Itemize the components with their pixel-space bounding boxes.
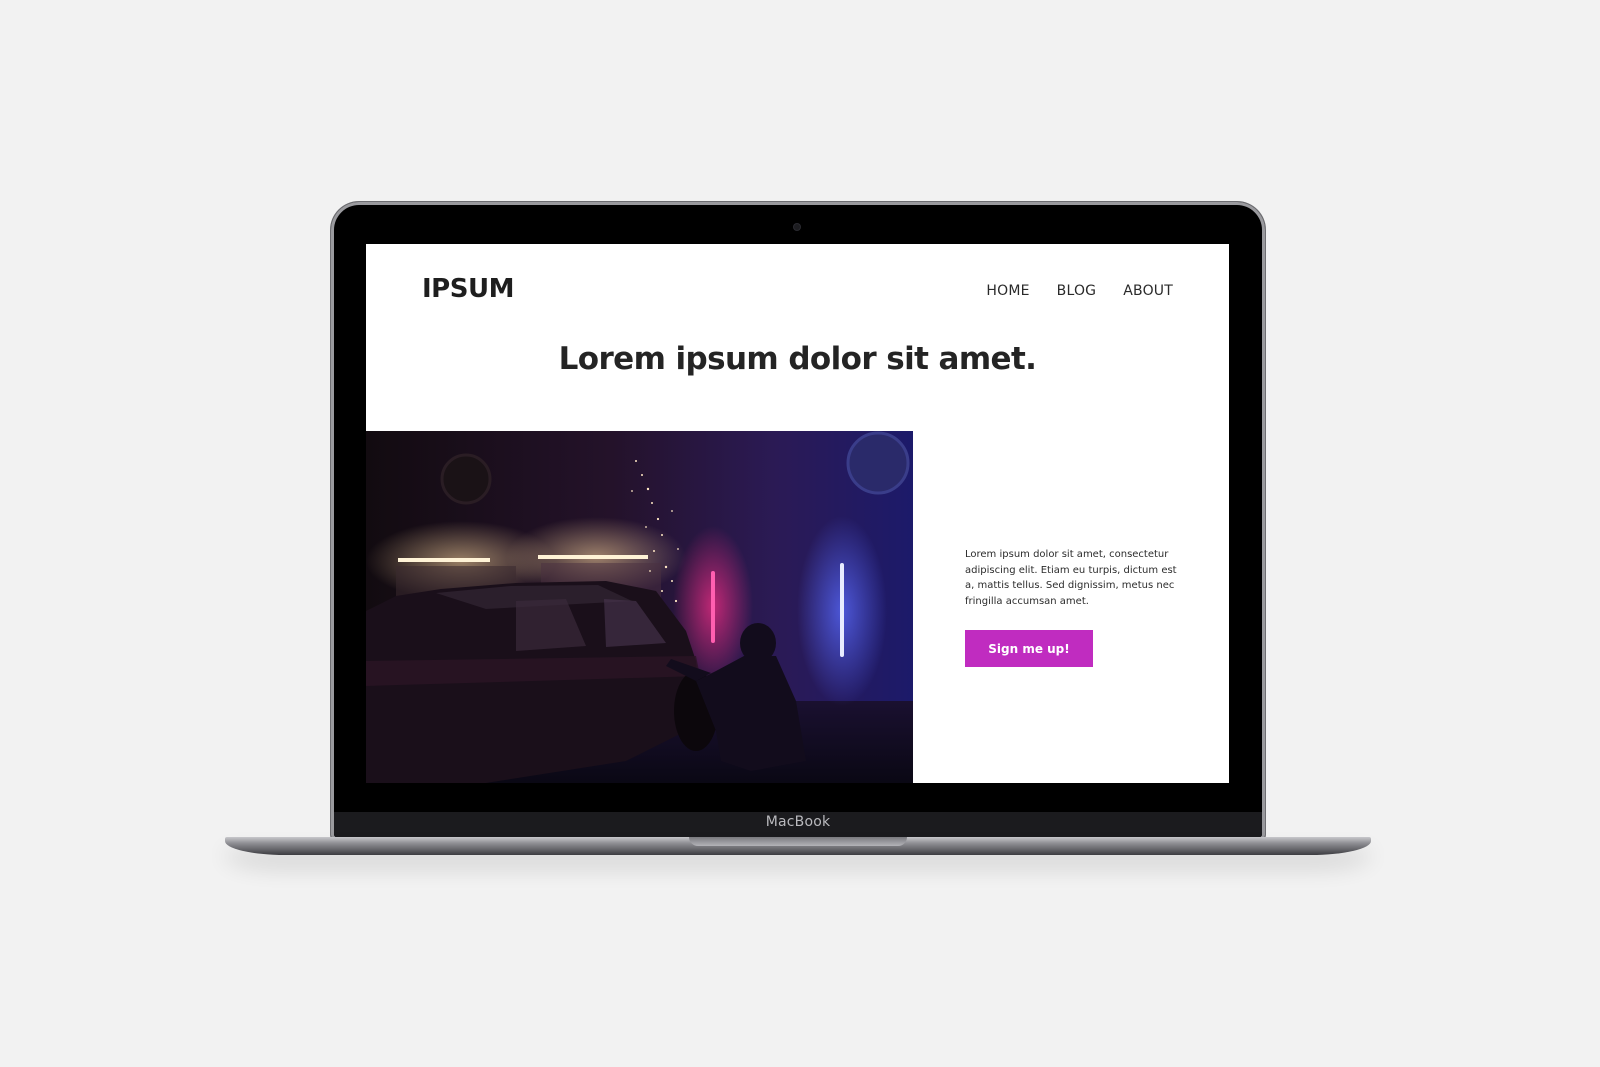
nav-about-link[interactable]: ABOUT: [1123, 283, 1173, 299]
nav-blog-link[interactable]: BLOG: [1057, 283, 1097, 299]
garage-photo: [366, 431, 913, 783]
macbook-label: MacBook: [765, 814, 831, 830]
hero-title: Lorem ipsum dolor sit amet.: [558, 341, 1037, 377]
hero-image: [366, 431, 913, 783]
main-nav: HOME BLOG ABOUT: [986, 283, 1173, 299]
camera-icon: [794, 224, 800, 230]
intro-text: Lorem ipsum dolor sit amet, consectetur …: [965, 549, 1177, 607]
laptop-screen: IPSUM HOME BLOG ABOUT Lorem ipsum dolor …: [366, 244, 1229, 783]
site-logo[interactable]: IPSUM: [422, 274, 514, 304]
laptop-notch: [689, 837, 907, 846]
mockup-stage: IPSUM HOME BLOG ABOUT Lorem ipsum dolor …: [0, 0, 1600, 1067]
intro-panel: Lorem ipsum dolor sit amet, consectetur …: [965, 547, 1185, 667]
nav-home-link[interactable]: HOME: [986, 283, 1029, 299]
sign-up-button[interactable]: Sign me up!: [965, 630, 1093, 667]
